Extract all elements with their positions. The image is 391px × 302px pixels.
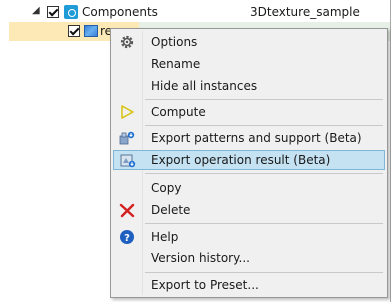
- menu-item-export-to-preset[interactable]: Export to Preset...: [113, 275, 385, 295]
- tree-row-label: Components: [82, 5, 158, 19]
- menu-item-label: Copy: [151, 181, 182, 195]
- menu-item-copy[interactable]: Copy: [113, 178, 385, 198]
- menu-item-label: Delete: [151, 203, 191, 217]
- gear-icon: [120, 35, 134, 49]
- help-icon: ?: [120, 230, 134, 244]
- menu-item-help[interactable]: ? Help: [113, 227, 385, 247]
- context-menu: Options Rename Hide all instances Comput…: [110, 28, 388, 298]
- tree-row-components[interactable]: ◢ Components 3Dtexture_sample: [0, 3, 391, 21]
- play-icon: [121, 105, 134, 119]
- menu-item-rename[interactable]: Rename: [113, 54, 385, 74]
- menu-item-export-patterns[interactable]: Export patterns and support (Beta): [113, 128, 385, 148]
- menu-item-label: Export operation result (Beta): [151, 153, 331, 167]
- menu-item-label: Export patterns and support (Beta): [151, 131, 362, 145]
- menu-separator: [145, 223, 383, 224]
- menu-item-label: Options: [151, 35, 198, 49]
- child-checkbox[interactable]: [68, 25, 80, 37]
- collapse-triangle-icon[interactable]: ◢: [32, 5, 40, 16]
- export-patterns-icon: [119, 131, 135, 145]
- menu-item-label: Help: [151, 230, 179, 244]
- menu-item-version-history[interactable]: Version history...: [113, 248, 385, 268]
- texture-icon: [84, 25, 98, 37]
- menu-item-delete[interactable]: Delete: [113, 200, 385, 220]
- menu-separator: [145, 125, 383, 126]
- menu-separator: [145, 173, 383, 174]
- menu-item-label: Rename: [151, 57, 201, 71]
- menu-item-hide-all-instances[interactable]: Hide all instances: [113, 76, 385, 96]
- svg-text:?: ?: [124, 233, 130, 244]
- menu-item-label: Hide all instances: [151, 79, 258, 93]
- tree-row-column2: 3Dtexture_sample: [250, 5, 360, 19]
- delete-icon: [119, 203, 135, 218]
- menu-item-export-operation-result[interactable]: Export operation result (Beta): [113, 150, 385, 170]
- components-checkbox[interactable]: [47, 6, 59, 18]
- menu-item-label: Version history...: [151, 251, 250, 265]
- menu-item-options[interactable]: Options: [113, 32, 385, 52]
- menu-separator: [145, 99, 383, 100]
- export-result-icon: [120, 154, 136, 168]
- menu-item-compute[interactable]: Compute: [113, 102, 385, 122]
- menu-item-label: Export to Preset...: [151, 278, 259, 292]
- menu-separator: [145, 272, 383, 273]
- components-icon: [64, 5, 78, 19]
- menu-item-label: Compute: [151, 105, 206, 119]
